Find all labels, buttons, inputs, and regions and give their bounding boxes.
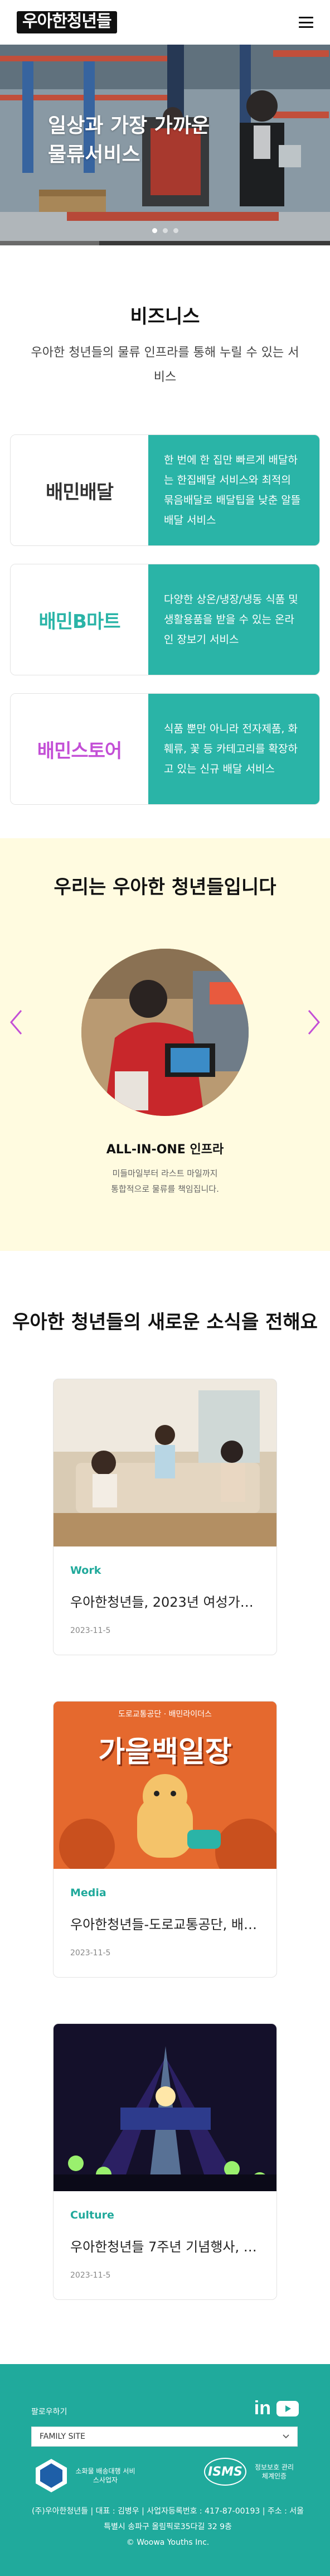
brand-logo[interactable]: 우아한청년들 [17, 11, 117, 33]
news-headline[interactable]: 우아한청년들, 2023년 여성가족부 가족친화인증 획득 [70, 1591, 260, 1611]
hero-line-2: 물류서비스 [48, 143, 140, 166]
news-card[interactable]: Culture 우아한청년들 7주년 기념행사, 라이더와 함께 2023-11… [53, 2023, 277, 2300]
business-section: 비즈니스 우아한 청년들의 물류 인프라를 통해 누릴 수 있는 서비스 배민배… [0, 301, 330, 805]
delivery-cert-label: 소화물 배송대행 서비스사업자 [75, 2467, 135, 2484]
business-card-baemin-delivery[interactable]: 배민배달 한 번에 한 집만 빠르게 배달하는 한집배달 서비스와 최적의 묶음… [10, 434, 320, 546]
news-image: 도로교통공단 · 배민라이더스 가을백일장 [54, 1702, 276, 1869]
isms-cert-label: 정보보호 관리체계인증 [254, 2463, 294, 2480]
logo-text: 배민배달 [45, 481, 114, 504]
slider-progress-fill [0, 241, 99, 245]
company-info: (주)우아한청년들 | 대표 : 김병우 | 사업자등록번호 : 417-87-… [31, 2503, 304, 2550]
chevron-left-icon[interactable] [8, 1008, 25, 1036]
page: 우아한청년들 일상과 가장 가까운 물류서비스 비즈니스 우아한 청년들의 물류… [0, 0, 330, 2576]
autumn-event-poster [54, 1702, 276, 1869]
news-title: 우아한 청년들의 새로운 소식을 전해요 [12, 1311, 318, 1333]
linkedin-icon[interactable]: in [254, 2398, 271, 2419]
desc-line-1: 미들마일부터 라스트 마일까지 [112, 1168, 218, 1178]
footer: 팔로우하기 in FAMILY SITE 소화물 배송대행 서비스사업자 ISM… [0, 2364, 330, 2576]
slider-progress-track [0, 241, 330, 245]
news-section: 우아한 청년들의 새로운 소식을 전해요 Work 우아한청년들, 2023년 … [0, 1307, 330, 2300]
concert-stage-photo [54, 2024, 276, 2191]
card-description: 식품 뿐만 아니라 전자제품, 화훼류, 꽃 등 카테고리를 확장하고 있는 신… [148, 694, 319, 804]
business-card-b-mart[interactable]: 배민B마트 다양한 상온/냉장/냉동 식품 및 생활용품을 받을 수 있는 온라… [10, 564, 320, 675]
news-date: 2023-11-5 [70, 1626, 111, 1635]
isms-logo: ISMS [204, 2458, 246, 2486]
hero-line-1: 일상과 가장 가까운 [48, 114, 210, 137]
youtube-icon[interactable] [276, 2400, 299, 2416]
copyright: © Woowa Youths Inc. [126, 2538, 210, 2547]
slider-dot[interactable] [152, 228, 157, 233]
business-description: 우아한 청년들의 물류 인프라를 통해 누릴 수 있는 서비스 [31, 346, 299, 384]
news-category: Media [70, 1887, 106, 1899]
baemin-store-logo: 배민스토어 [11, 694, 148, 804]
family-living-room-photo [54, 1379, 276, 1546]
news-date: 2023-11-5 [70, 2271, 111, 2280]
hamburger-menu-icon[interactable] [299, 17, 313, 28]
card-description: 한 번에 한 집만 빠르게 배달하는 한집배달 서비스와 최적의 묶음배달로 배… [148, 435, 319, 545]
news-card[interactable]: Work 우아한청년들, 2023년 여성가족부 가족친화인증 획득 2023-… [53, 1379, 277, 1655]
chevron-down-icon [283, 2434, 289, 2439]
news-image [54, 2024, 276, 2191]
menu-bar [299, 17, 313, 18]
menu-bar [299, 21, 313, 23]
family-site-label: FAMILY SITE [40, 2432, 85, 2441]
social-links: in [254, 2398, 299, 2419]
logo-text: 배민스토어 [37, 740, 122, 762]
news-body: Culture 우아한청년들 7주년 기념행사, 라이더와 함께 2023-11… [54, 2191, 276, 2280]
delivery-cert-badge-icon [36, 2459, 67, 2492]
youth-slide-title: ALL-IN-ONE 인프라 [106, 1143, 224, 1157]
chevron-right-icon[interactable] [305, 1008, 322, 1036]
news-list: Work 우아한청년들, 2023년 여성가족부 가족친화인증 획득 2023-… [0, 1379, 330, 2300]
delivery-cert: 소화물 배송대행 서비스사업자 [33, 2458, 136, 2493]
youth-title: 우리는 우아한 청년들입니다 [54, 876, 276, 898]
poster-subtitle: 도로교통공단 · 배민라이더스 [118, 1710, 212, 1719]
slider-dot[interactable] [173, 228, 178, 233]
hero-headline: 일상과 가장 가까운 물류서비스 [48, 112, 210, 170]
business-card-list: 배민배달 한 번에 한 집만 빠르게 배달하는 한집배달 서비스와 최적의 묶음… [10, 434, 320, 805]
news-body: Work 우아한청년들, 2023년 여성가족부 가족친화인증 획득 2023-… [54, 1546, 276, 1635]
header: 우아한청년들 [0, 0, 330, 45]
hero-banner: 일상과 가장 가까운 물류서비스 [0, 45, 330, 245]
youth-section: 우리는 우아한 청년들입니다 ALL-IN-ONE 인프라 미들마일부터 라스트… [0, 838, 330, 1251]
desc-line-2: 통합적으로 물류를 책임집니다. [111, 1184, 219, 1194]
news-category: Work [70, 1564, 101, 1577]
company-address: (주)우아한청년들 | 대표 : 김병우 | 사업자등록번호 : 417-87-… [31, 2507, 304, 2531]
baemin-delivery-logo: 배민배달 [11, 435, 148, 545]
business-card-baemin-store[interactable]: 배민스토어 식품 뿐만 아니라 전자제품, 화훼류, 꽃 등 카테고리를 확장하… [10, 693, 320, 805]
news-body: Media 우아한청년들-도로교통공단, 배달라이더 안전 캠페인 2023-1… [54, 1869, 276, 1958]
youth-slide-description: 미들마일부터 라스트 마일까지 통합적으로 물류를 책임집니다. [0, 1166, 330, 1197]
follow-label: 팔로우하기 [31, 2408, 67, 2416]
youth-photo [81, 949, 249, 1116]
worker-illustration [81, 949, 249, 1116]
business-title: 비즈니스 [130, 306, 200, 328]
news-headline[interactable]: 우아한청년들 7주년 기념행사, 라이더와 함께 [70, 2236, 260, 2255]
news-headline[interactable]: 우아한청년들-도로교통공단, 배달라이더 안전 캠페인 [70, 1913, 260, 1933]
menu-bar [299, 26, 313, 28]
slider-dots [0, 228, 330, 233]
news-card[interactable]: 도로교통공단 · 배민라이더스 가을백일장 Media 우아한청년들-도로교통공… [53, 1701, 277, 1978]
card-description: 다양한 상온/냉장/냉동 식품 및 생활용품을 받을 수 있는 온라인 장보기 … [148, 564, 319, 675]
isms-cert: ISMS 정보보호 관리체계인증 [204, 2458, 297, 2486]
news-date: 2023-11-5 [70, 1949, 111, 1958]
news-image [54, 1379, 276, 1546]
b-mart-logo: 배민B마트 [11, 564, 148, 675]
family-site-select[interactable]: FAMILY SITE [31, 2427, 298, 2447]
slider-dot[interactable] [162, 228, 168, 233]
poster-title: 가을백일장 [98, 1736, 232, 1769]
logo-text: 배민B마트 [38, 610, 120, 633]
news-category: Culture [70, 2209, 114, 2221]
